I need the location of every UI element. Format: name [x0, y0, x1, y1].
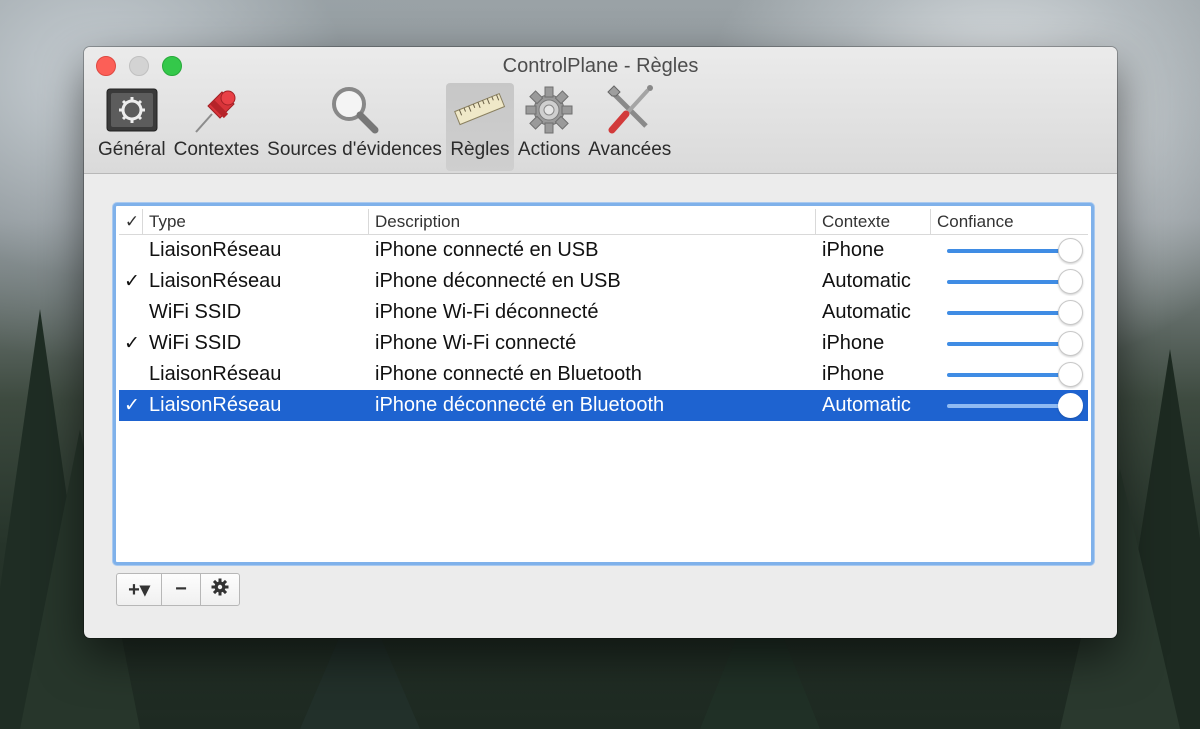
toolbar-advanced-label: Avancées: [588, 139, 672, 160]
slider-track: [947, 248, 1069, 253]
table-row[interactable]: ✓ LiaisonRéseau iPhone déconnecté en Bluet…: [119, 390, 1088, 421]
tools-icon: [600, 83, 660, 137]
rule-description: iPhone déconnecté en USB: [375, 270, 621, 292]
confidence-slider[interactable]: [943, 330, 1083, 358]
toolbar-contexts-label: Contextes: [173, 139, 260, 160]
general-switch-icon: [102, 83, 162, 137]
rule-description: iPhone Wi-Fi connecté: [375, 332, 577, 354]
column-header-type[interactable]: Type: [143, 209, 369, 234]
remove-rule-button[interactable]: −: [162, 574, 201, 605]
confidence-cell: [931, 268, 1086, 296]
enabled-checkbox[interactable]: ✓: [119, 270, 143, 293]
rule-type: LiaisonRéseau: [149, 239, 282, 261]
rule-type: WiFi SSID: [149, 332, 242, 354]
rule-description: iPhone connecté en USB: [375, 239, 599, 261]
confidence-cell: [931, 330, 1086, 358]
rule-context[interactable]: iPhone: [816, 332, 931, 355]
slider-track: [947, 403, 1069, 408]
confidence-slider[interactable]: [943, 268, 1083, 296]
slider-track: [947, 279, 1069, 284]
rule-description: iPhone connecté en Bluetooth: [375, 363, 642, 385]
confidence-cell: [931, 237, 1086, 265]
enabled-checkbox[interactable]: ✓: [119, 332, 143, 355]
confidence-slider[interactable]: [943, 299, 1083, 327]
rule-type: LiaisonRéseau: [149, 363, 282, 385]
slider-knob[interactable]: [1058, 392, 1083, 418]
preferences-window: ControlPlane - Règles Général Contextes …: [84, 47, 1117, 638]
table-row[interactable]: WiFi SSID iPhone Wi-Fi déconnecté Automati…: [119, 297, 1088, 328]
toolbar-general-label: Général: [98, 139, 166, 160]
rule-context[interactable]: Automatic: [816, 301, 931, 324]
table-row[interactable]: LiaisonRéseau iPhone connecté en Bluetoot…: [119, 359, 1088, 390]
column-header-enabled[interactable]: ✓: [119, 209, 143, 234]
confidence-slider[interactable]: [943, 361, 1083, 389]
column-header-confidence[interactable]: Confiance: [931, 209, 1086, 234]
rule-type: LiaisonRéseau: [149, 270, 282, 292]
rule-context[interactable]: iPhone: [816, 239, 931, 262]
rule-description: iPhone Wi-Fi déconnecté: [375, 301, 599, 323]
add-rule-button[interactable]: +▾: [117, 574, 162, 605]
toolbar-actions[interactable]: Actions: [514, 83, 584, 171]
toolbar-advanced[interactable]: Avancées: [584, 83, 675, 171]
confidence-slider[interactable]: [943, 392, 1083, 420]
toolbar-rules[interactable]: Règles: [445, 83, 514, 171]
rule-type: WiFi SSID: [149, 301, 242, 323]
gear-icon: [211, 578, 229, 602]
slider-knob[interactable]: [1058, 268, 1083, 294]
table-button-bar: +▾ −: [116, 573, 240, 606]
rule-context[interactable]: Automatic: [816, 270, 931, 293]
rule-context[interactable]: iPhone: [816, 363, 931, 386]
toolbar-evidence-sources[interactable]: Sources d'évidences: [263, 83, 446, 171]
column-header-description[interactable]: Description: [369, 209, 816, 234]
toolbar-general[interactable]: Général: [94, 83, 170, 171]
rules-table[interactable]: ✓ Type Description Contexte Confiance Li…: [119, 209, 1088, 559]
slider-track: [947, 341, 1069, 346]
toolbar-rules-label: Règles: [450, 139, 510, 160]
slider-track: [947, 372, 1069, 377]
confidence-slider[interactable]: [943, 237, 1083, 265]
toolbar-actions-label: Actions: [517, 139, 581, 160]
toolbar-evidence-sources-label: Sources d'évidences: [267, 139, 442, 160]
slider-knob[interactable]: [1058, 237, 1083, 263]
slider-knob[interactable]: [1058, 361, 1083, 387]
ruler-icon: [450, 83, 510, 137]
rules-pane: ✓ Type Description Contexte Confiance Li…: [84, 174, 1117, 638]
gear-icon: [519, 83, 579, 137]
toolbar-contexts[interactable]: Contextes: [170, 83, 264, 171]
rule-settings-button[interactable]: [201, 574, 239, 605]
confidence-cell: [931, 361, 1086, 389]
table-body: LiaisonRéseau iPhone connecté en USB iPhon…: [119, 235, 1088, 421]
enabled-checkbox[interactable]: ✓: [119, 394, 143, 417]
window-title: ControlPlane - Règles: [502, 55, 699, 77]
table-row[interactable]: LiaisonRéseau iPhone connecté en USB iPhon…: [119, 235, 1088, 266]
table-row[interactable]: ✓ WiFi SSID iPhone Wi-Fi connecté iPhone: [119, 328, 1088, 359]
slider-knob[interactable]: [1058, 299, 1083, 325]
rule-type: LiaisonRéseau: [149, 394, 282, 416]
toolbar: Général Contextes Sources d'évidences Rè…: [94, 83, 675, 171]
confidence-cell: [931, 392, 1086, 420]
slider-track: [947, 310, 1069, 315]
titlebar: ControlPlane - Règles Général Contextes …: [84, 47, 1117, 174]
slider-knob[interactable]: [1058, 330, 1083, 356]
table-row[interactable]: ✓ LiaisonRéseau iPhone déconnecté en USB Au…: [119, 266, 1088, 297]
magnifier-icon: [325, 83, 385, 137]
confidence-cell: [931, 299, 1086, 327]
rules-table-frame: ✓ Type Description Contexte Confiance Li…: [113, 203, 1094, 565]
rule-description: iPhone déconnecté en Bluetooth: [375, 394, 665, 416]
table-header: ✓ Type Description Contexte Confiance: [119, 209, 1088, 235]
pushpin-icon: [186, 83, 246, 137]
column-header-context[interactable]: Contexte: [816, 209, 931, 234]
rule-context[interactable]: Automatic: [816, 394, 931, 417]
